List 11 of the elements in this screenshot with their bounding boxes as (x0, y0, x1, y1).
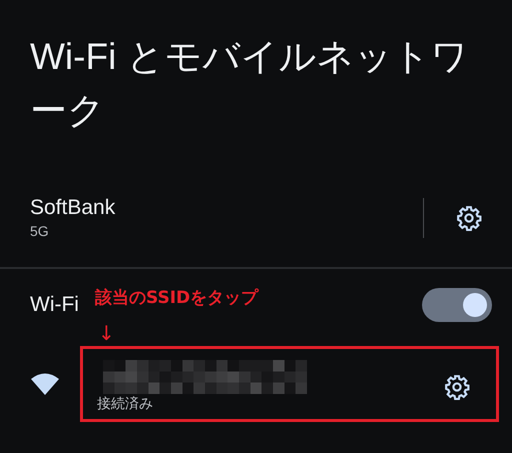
network-type: 5G (30, 222, 50, 241)
page-title: Wi-Fi とモバイルネットワーク (30, 35, 470, 133)
wifi-label: Wi-Fi (30, 292, 79, 318)
settings-button[interactable] (444, 374, 470, 400)
wifi-signal-icon (30, 372, 60, 396)
network-name: SoftBank (30, 195, 116, 221)
wifi-toggle[interactable] (422, 288, 492, 322)
annotation-arrow: ↓ (98, 323, 116, 343)
network-status: 接続済み (97, 394, 154, 414)
annotation-text: 該当のSSIDをタップ (94, 287, 258, 309)
settings-button[interactable] (456, 205, 482, 231)
